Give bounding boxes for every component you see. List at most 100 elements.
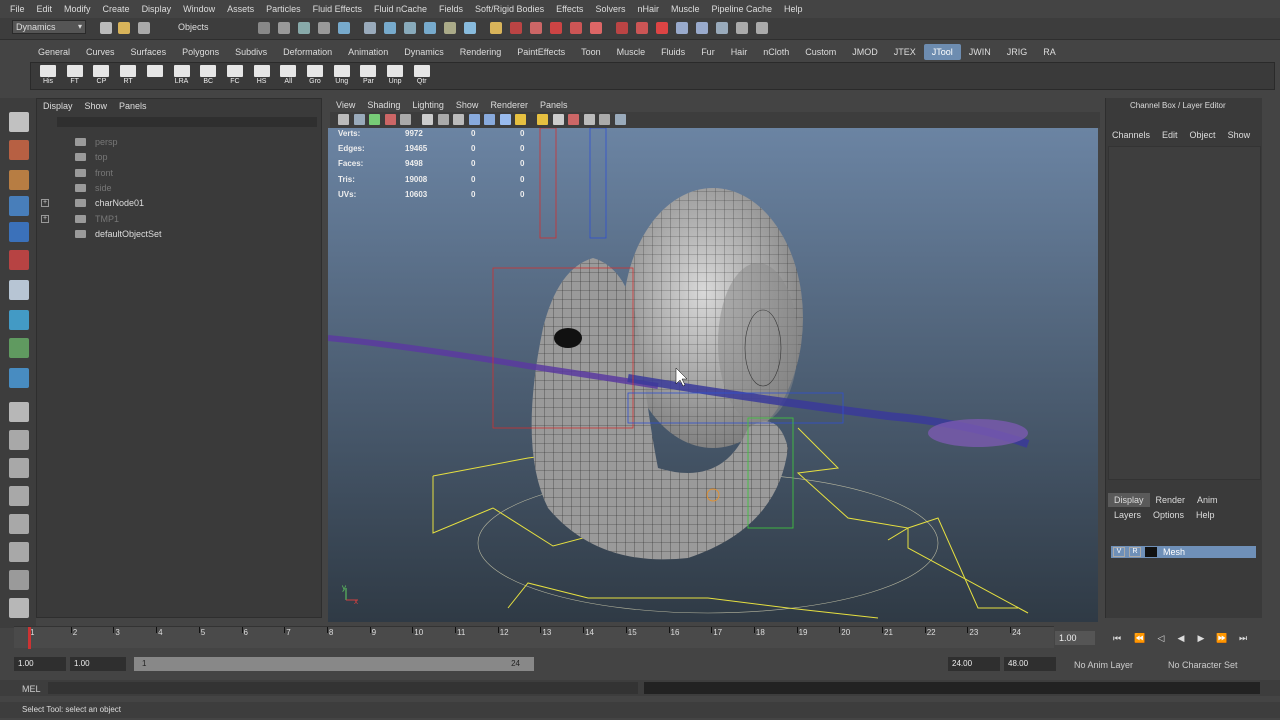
- cb-menu-show[interactable]: Show: [1222, 130, 1257, 140]
- manipulator-tool-icon[interactable]: [9, 280, 29, 300]
- step-back-key-icon[interactable]: ◁: [1156, 633, 1166, 643]
- lasso-tool-icon[interactable]: [9, 140, 29, 160]
- shelf-tab-fur[interactable]: Fur: [693, 44, 723, 60]
- layout-two-icon[interactable]: [9, 458, 29, 478]
- outliner-item-side[interactable]: side: [37, 181, 317, 195]
- shelf-tab-subdivs[interactable]: Subdivs: [227, 44, 275, 60]
- status-tool-14-icon[interactable]: [530, 22, 542, 34]
- viewport-tool-9-icon[interactable]: [468, 114, 480, 125]
- selection-mode-label[interactable]: Objects: [178, 22, 209, 32]
- shelf-tab-ncloth[interactable]: nCloth: [755, 44, 797, 60]
- viewport-tool-18-icon[interactable]: [614, 114, 626, 125]
- end-time-field[interactable]: 48.00: [1004, 657, 1056, 671]
- shelf-tab-jtex[interactable]: JTEX: [886, 44, 924, 60]
- shelf-tab-jtool[interactable]: JTool: [923, 44, 961, 60]
- outliner-item-charnode01[interactable]: + charNode01: [37, 196, 317, 210]
- shelf-tab-jmod[interactable]: JMOD: [844, 44, 886, 60]
- layout-persp-icon[interactable]: [9, 486, 29, 506]
- cb-menu-object[interactable]: Object: [1184, 130, 1222, 140]
- viewport-tool-15-icon[interactable]: [568, 114, 579, 125]
- status-tool-21-icon[interactable]: [676, 22, 688, 34]
- character-set-menu[interactable]: No Character Set: [1168, 660, 1238, 670]
- menu-particles[interactable]: Particles: [260, 4, 307, 14]
- status-tool-4-icon[interactable]: [318, 22, 330, 34]
- status-tool-9-icon[interactable]: [424, 22, 436, 34]
- shelf-button-all[interactable]: All: [277, 65, 299, 89]
- select-tool-icon[interactable]: [9, 112, 29, 132]
- viewport-tool-16-icon[interactable]: [583, 114, 595, 125]
- outliner-menu-display[interactable]: Display: [37, 99, 79, 113]
- save-scene-icon[interactable]: [138, 22, 150, 34]
- go-to-start-icon[interactable]: ⏮: [1112, 633, 1122, 643]
- menu-set-dropdown[interactable]: Dynamics ▾: [12, 20, 86, 34]
- menu-nhair[interactable]: nHair: [631, 4, 665, 14]
- menu-window[interactable]: Window: [177, 4, 221, 14]
- viewport-tool-13-icon[interactable]: [537, 114, 548, 125]
- shelf-button-par[interactable]: Par: [357, 65, 379, 89]
- menu-fluid-effects[interactable]: Fluid Effects: [307, 4, 368, 14]
- viewport-menu-panels[interactable]: Panels: [534, 98, 574, 112]
- layer-menu-options[interactable]: Options: [1147, 509, 1190, 521]
- viewport-menu-view[interactable]: View: [330, 98, 361, 112]
- tab-render[interactable]: Render: [1150, 493, 1192, 507]
- status-tool-8-icon[interactable]: [404, 22, 416, 34]
- menu-fields[interactable]: Fields: [433, 4, 469, 14]
- cb-menu-edit[interactable]: Edit: [1156, 130, 1184, 140]
- viewport-tool-3-icon[interactable]: [369, 114, 380, 125]
- viewport-tool-7-icon[interactable]: [437, 114, 449, 125]
- status-tool-12-icon[interactable]: [490, 22, 502, 34]
- menu-display[interactable]: Display: [136, 4, 178, 14]
- viewport-tool-8-icon[interactable]: [453, 114, 464, 125]
- status-tool-11-icon[interactable]: [464, 22, 476, 34]
- shelf-tab-deformation[interactable]: Deformation: [275, 44, 340, 60]
- status-tool-15-icon[interactable]: [550, 22, 562, 34]
- show-manip-icon[interactable]: [9, 310, 29, 330]
- shelf-tab-polygons[interactable]: Polygons: [174, 44, 227, 60]
- viewport-menu-show[interactable]: Show: [450, 98, 485, 112]
- menu-solvers[interactable]: Solvers: [589, 4, 631, 14]
- shelf-tab-rendering[interactable]: Rendering: [452, 44, 510, 60]
- layer-visibility-toggle[interactable]: V: [1113, 547, 1125, 557]
- viewport-tool-6-icon[interactable]: [422, 114, 433, 125]
- status-tool-25-icon[interactable]: [756, 22, 768, 34]
- cb-menu-channels[interactable]: Channels: [1106, 130, 1156, 140]
- shelf-button-hs[interactable]: HS: [251, 65, 273, 89]
- script-editor-icon[interactable]: [9, 598, 29, 618]
- layout-outliner-icon[interactable]: [9, 514, 29, 534]
- anim-layer-menu[interactable]: No Anim Layer: [1074, 660, 1133, 670]
- layout-extra-icon[interactable]: [9, 570, 29, 590]
- start-time-field[interactable]: 1.00: [14, 657, 66, 671]
- time-slider[interactable]: 1 2 3 4 5 6 7 8 9 10 11 12 13 14 15 16 17 18 19 20 21 22 23 24: [14, 626, 1054, 649]
- status-tool-22-icon[interactable]: [696, 22, 708, 34]
- current-time-marker[interactable]: [28, 627, 31, 649]
- outliner-item-top[interactable]: top: [37, 150, 317, 164]
- shelf-button-bc[interactable]: BC: [197, 65, 219, 89]
- viewport-tool-12-icon[interactable]: [515, 114, 526, 125]
- new-scene-icon[interactable]: [100, 22, 112, 34]
- viewport-menu-shading[interactable]: Shading: [361, 98, 406, 112]
- outliner-item-persp[interactable]: persp: [37, 135, 317, 149]
- status-tool-1-icon[interactable]: [258, 22, 270, 34]
- shelf-tab-jwin[interactable]: JWIN: [961, 44, 999, 60]
- shelf-tab-surfaces[interactable]: Surfaces: [123, 44, 175, 60]
- layer-color-swatch[interactable]: [1145, 547, 1157, 557]
- shelf-tab-ra[interactable]: RA: [1035, 44, 1064, 60]
- step-forward-icon[interactable]: ⏩: [1216, 633, 1227, 643]
- status-tool-2-icon[interactable]: [278, 22, 290, 34]
- status-tool-13-icon[interactable]: [510, 22, 522, 34]
- shelf-tab-hair[interactable]: Hair: [723, 44, 756, 60]
- shelf-tab-jrig[interactable]: JRIG: [999, 44, 1036, 60]
- status-tool-16-icon[interactable]: [570, 22, 582, 34]
- menu-modify[interactable]: Modify: [58, 4, 97, 14]
- status-tool-5-icon[interactable]: [338, 22, 350, 34]
- step-back-icon[interactable]: ⏪: [1134, 633, 1145, 643]
- open-scene-icon[interactable]: [118, 22, 130, 34]
- shelf-button-tool[interactable]: [144, 65, 166, 89]
- menu-file[interactable]: File: [4, 4, 31, 14]
- menu-help[interactable]: Help: [778, 4, 809, 14]
- shelf-tab-curves[interactable]: Curves: [78, 44, 123, 60]
- viewport-menu-lighting[interactable]: Lighting: [406, 98, 450, 112]
- viewport-tool-2-icon[interactable]: [353, 114, 365, 125]
- shelf-tab-animation[interactable]: Animation: [340, 44, 396, 60]
- viewport-3d[interactable]: Verts: 9972 0 0 Edges: 19465 0 0 Faces: 9498 0 0 Tri…: [328, 128, 1098, 622]
